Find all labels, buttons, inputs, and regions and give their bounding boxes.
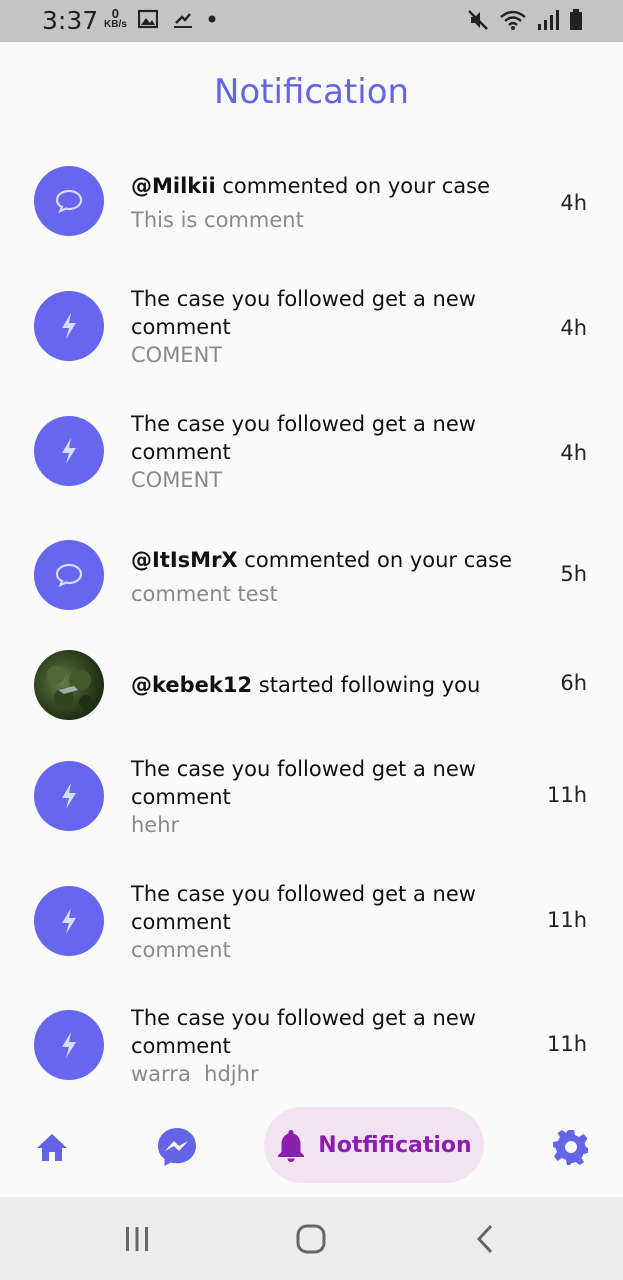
notification-message: The case you followed get a new comment: [131, 1006, 476, 1058]
app-bar: Notification: [0, 42, 623, 142]
dot-icon: [208, 15, 216, 23]
user-photo-avatar[interactable]: [34, 650, 104, 720]
notification-item[interactable]: The case you followed get a new comment …: [0, 754, 623, 864]
home-button[interactable]: [292, 1221, 330, 1257]
notification-time: 4h: [560, 441, 587, 465]
wifi-icon: [500, 10, 526, 30]
chat-bubble-icon: [34, 540, 104, 610]
gear-icon[interactable]: [549, 1125, 593, 1169]
notification-message: commented on your case: [237, 548, 512, 572]
notification-time: 4h: [560, 191, 587, 215]
sync-icon: [174, 13, 192, 28]
page-title: Notification: [213, 72, 410, 112]
system-nav-bar: [0, 1197, 623, 1280]
notification-detail: COMENT: [131, 468, 223, 492]
recent-apps-button[interactable]: [118, 1222, 156, 1256]
notification-detail: warra hdjhr: [131, 1062, 259, 1086]
notification-user[interactable]: @kebek12: [131, 673, 252, 697]
notification-time: 11h: [546, 1032, 587, 1056]
notification-time: 4h: [560, 316, 587, 340]
notification-message: The case you followed get a new comment: [131, 882, 476, 934]
notification-user[interactable]: @ItIsMrX: [131, 548, 238, 572]
bottom-nav: Notfification: [0, 1100, 623, 1195]
signal-icon: [538, 10, 559, 30]
lightning-icon: [34, 761, 104, 831]
network-speed: 0 KB/s: [104, 6, 127, 30]
notification-time: 11h: [546, 783, 587, 807]
notification-detail: This is comment: [131, 208, 304, 232]
notification-user[interactable]: @Milkii: [131, 174, 216, 198]
notification-message: The case you followed get a new comment: [131, 757, 476, 809]
lightning-icon: [34, 1010, 104, 1080]
notification-item[interactable]: @kebek12 started following you 6h: [0, 642, 623, 752]
lightning-icon: [34, 416, 104, 486]
back-button[interactable]: [468, 1221, 502, 1257]
notification-detail: COMENT: [131, 343, 223, 367]
gallery-icon: [138, 9, 158, 29]
tab-notification[interactable]: Notfification: [264, 1107, 484, 1183]
notification-detail: comment: [131, 938, 231, 962]
notification-message: started following you: [252, 673, 481, 697]
chat-bubble-icon: [34, 166, 104, 236]
notification-message: commented on your case: [215, 174, 491, 198]
lightning-icon: [34, 291, 104, 361]
battery-icon: [570, 9, 582, 30]
mute-icon: [468, 10, 488, 30]
notification-item[interactable]: @ItIsMrX commented on your case comment …: [0, 519, 623, 629]
status-bar: 3:37 0 KB/s: [0, 0, 623, 42]
notification-detail: comment test: [131, 582, 278, 606]
notification-item[interactable]: @Milkii commented on your case This is c…: [0, 145, 623, 255]
notification-detail: hehr: [131, 813, 180, 837]
home-icon[interactable]: [30, 1125, 74, 1169]
notification-item[interactable]: The case you followed get a new comment …: [0, 1004, 623, 1114]
tab-notification-label: Notfification: [318, 1132, 472, 1158]
bell-icon: [278, 1130, 305, 1162]
notification-item[interactable]: The case you followed get a new comment …: [0, 879, 623, 989]
notification-message: The case you followed get a new comment: [131, 287, 476, 339]
notification-time: 5h: [560, 562, 587, 586]
lightning-icon: [34, 886, 104, 956]
status-time: 3:37: [42, 6, 99, 35]
notification-time: 6h: [560, 671, 587, 695]
notification-item[interactable]: The case you followed get a new comment …: [0, 395, 623, 505]
notification-item[interactable]: The case you followed get a new comment …: [0, 270, 623, 380]
notification-message: The case you followed get a new comment: [131, 412, 476, 464]
messenger-icon[interactable]: [155, 1125, 199, 1169]
notification-time: 11h: [546, 908, 587, 932]
